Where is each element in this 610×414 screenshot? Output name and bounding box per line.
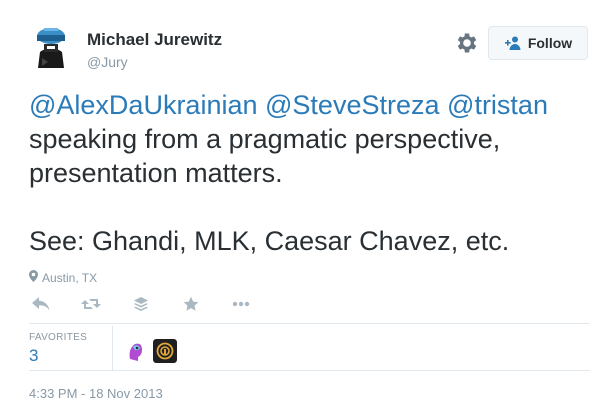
tweet-actions: [29, 292, 279, 316]
follow-button-label: Follow: [527, 35, 573, 51]
location-pin-icon: [29, 270, 38, 285]
mention-link[interactable]: @AlexDaUkrainian: [29, 90, 258, 120]
follow-button[interactable]: Follow: [488, 26, 588, 60]
tweet-mentions-line: @AlexDaUkrainian @SteveStreza @tristan: [29, 88, 599, 122]
tweet-timestamp[interactable]: 4:33 PM - 18 Nov 2013: [29, 386, 163, 401]
tweet-location[interactable]: Austin, TX: [29, 270, 97, 285]
more-icon[interactable]: [229, 292, 253, 316]
favorites-label: FAVORITES: [29, 332, 88, 343]
add-user-icon: [504, 36, 522, 50]
author-avatar[interactable]: [28, 22, 74, 68]
tweet-line: See: Ghandi, MLK, Caesar Chavez, etc.: [29, 226, 510, 256]
tweet-line: speaking from a pragmatic perspective,: [29, 124, 501, 154]
mention-link[interactable]: @SteveStreza: [265, 90, 440, 120]
location-label: Austin, TX: [42, 270, 98, 285]
favoriter-avatar[interactable]: [124, 339, 148, 363]
tweet-line: presentation matters.: [29, 158, 283, 188]
stats-divider-bottom: [29, 370, 590, 371]
favoriter-avatar[interactable]: [153, 339, 177, 363]
retweet-icon[interactable]: [79, 292, 103, 316]
favorite-star-icon[interactable]: [179, 292, 203, 316]
avatar-image: [28, 22, 74, 68]
author-handle[interactable]: @Jury: [87, 54, 128, 70]
stack-icon[interactable]: [129, 292, 153, 316]
stats-separator: [112, 326, 113, 370]
author-name[interactable]: Michael Jurewitz: [87, 30, 222, 50]
favorites-count[interactable]: 3: [29, 346, 38, 366]
tweet-text: @AlexDaUkrainian @SteveStreza @tristan s…: [29, 88, 599, 258]
mention-link[interactable]: @tristan: [447, 90, 548, 120]
stats-divider-top: [29, 323, 590, 324]
gear-icon[interactable]: [454, 30, 480, 56]
reply-icon[interactable]: [29, 292, 53, 316]
